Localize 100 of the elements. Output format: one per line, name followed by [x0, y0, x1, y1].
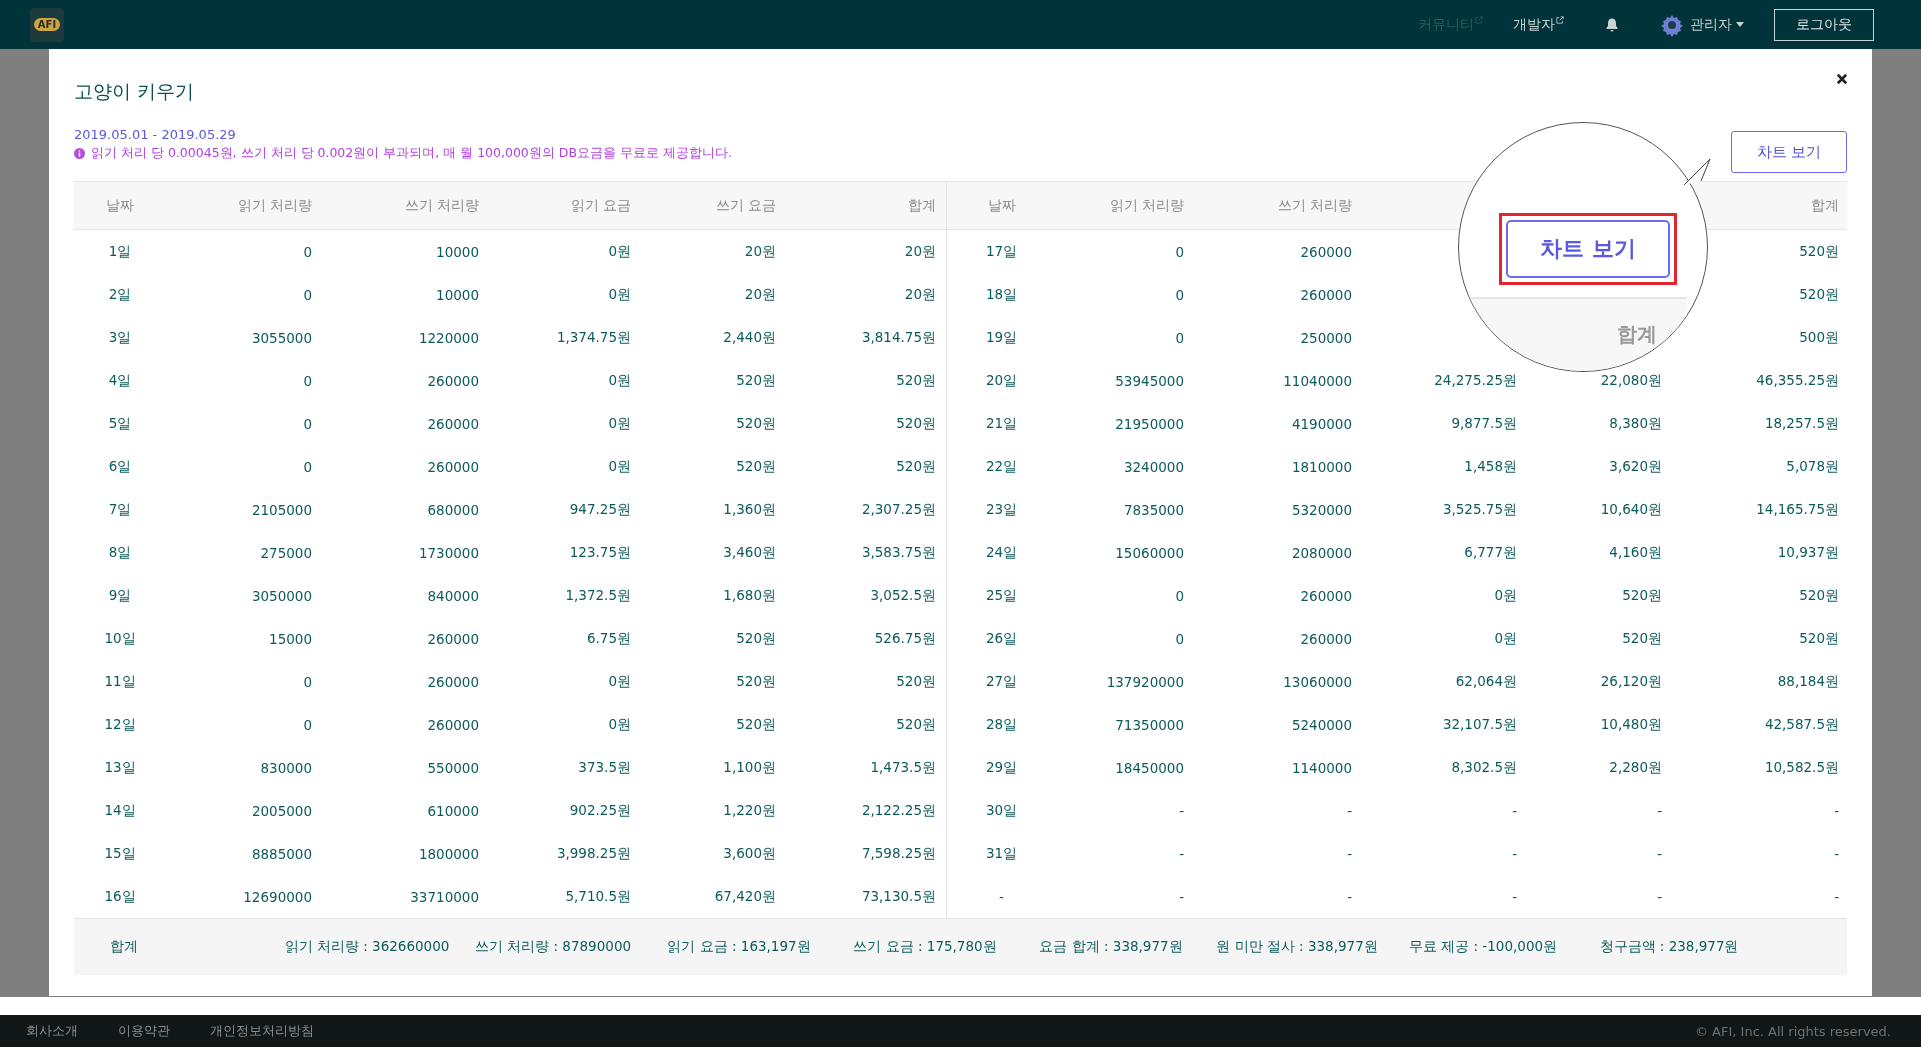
table-cell: 2,307.25원	[861, 500, 936, 519]
table-cell: 33710000	[410, 888, 479, 905]
table-cell: 6.75원	[586, 629, 631, 648]
table-cell: 53945000	[1115, 372, 1184, 389]
table-cell: 520원	[896, 457, 936, 476]
table-cell: 520원	[1799, 586, 1839, 605]
table-cell: 20원	[744, 242, 776, 261]
table-cell: 24일	[985, 543, 1018, 562]
table-cell: 550000	[427, 759, 479, 776]
table-cell: 520원	[736, 457, 776, 476]
footer-link[interactable]: 회사소개	[26, 1022, 78, 1040]
table-cell: 520원	[736, 715, 776, 734]
table-cell: 18450000	[1115, 759, 1184, 776]
table-cell: 25일	[985, 586, 1018, 605]
user-menu[interactable]: 관리자	[1690, 15, 1732, 34]
table-cell: 8,302.5원	[1451, 758, 1517, 777]
table-cell: 3,998.25원	[556, 844, 631, 863]
table-cell: 0	[1175, 243, 1184, 260]
table-cell: 15000	[269, 630, 312, 647]
table-cell: 260000	[427, 630, 479, 647]
table-cell: 520원	[1622, 629, 1662, 648]
table-cell: 11일	[104, 672, 136, 691]
table-cell: -	[1347, 802, 1352, 819]
logo[interactable]: AFI	[30, 7, 64, 42]
table-cell: 5일	[108, 414, 132, 433]
table-cell: 71350000	[1115, 716, 1184, 733]
table-cell: 373.5원	[578, 758, 631, 777]
table-cell: 4,160원	[1609, 543, 1662, 562]
summary-item: 무료 제공 : -100,000원	[1408, 938, 1558, 956]
table-cell: -	[1657, 802, 1662, 819]
table-cell: 0	[303, 372, 312, 389]
table-cell: 1,458원	[1464, 457, 1517, 476]
copyright: © AFI, Inc. All rights reserved.	[1694, 1023, 1891, 1039]
table-cell: 0원	[608, 457, 631, 476]
table-cell: 0원	[608, 242, 631, 261]
table-cell: 260000	[1300, 630, 1352, 647]
table-cell: 260000	[1300, 587, 1352, 604]
table-cell: 27일	[985, 672, 1018, 691]
table-cell: 30일	[985, 801, 1018, 820]
table-cell: 10,640원	[1600, 500, 1662, 519]
table-cell: 520원	[1622, 586, 1662, 605]
table-cell: 520원	[736, 371, 776, 390]
table-cell: 42,587.5원	[1764, 715, 1839, 734]
table-cell: 62,064원	[1455, 672, 1517, 691]
table-cell: 10,480원	[1600, 715, 1662, 734]
table-cell: 10000	[436, 286, 479, 303]
table-cell: 5320000	[1291, 501, 1352, 518]
table-cell: 840000	[427, 587, 479, 604]
table-cell: -	[1347, 888, 1352, 905]
table-cell: 3,620원	[1609, 457, 1662, 476]
table-cell: 13일	[104, 758, 136, 777]
table-cell: 3,525.75원	[1442, 500, 1517, 519]
table-cell: -	[1657, 845, 1662, 862]
pricing-notice: 읽기 처리 당 0.00045원, 쓰기 처리 당 0.002원이 부과되며, 매 월 100,000원의 DB요금을 무료로 제공합니다.	[91, 145, 732, 162]
table-cell: -	[1179, 802, 1184, 819]
column-header: 읽기 요금	[570, 196, 631, 215]
table-cell: 11040000	[1283, 372, 1352, 389]
table-cell: 5,078원	[1786, 457, 1839, 476]
table-cell: 520원	[736, 629, 776, 648]
chart-view-button[interactable]: 차트 보기	[1731, 131, 1847, 173]
table-cell: 3240000	[1123, 458, 1184, 475]
table-cell: 29일	[985, 758, 1018, 777]
close-icon[interactable]	[1836, 73, 1848, 85]
table-cell: 23일	[985, 500, 1018, 519]
table-cell: 21950000	[1115, 415, 1184, 432]
table-cell: 902.25원	[569, 801, 631, 820]
table-cell: 520원	[896, 715, 936, 734]
table-cell: 275000	[260, 544, 312, 561]
column-header: 쓰기 처리량	[1277, 196, 1352, 215]
table-cell: 520원	[896, 672, 936, 691]
table-cell: 3,583.75원	[861, 543, 936, 562]
table-cell: 6일	[108, 457, 132, 476]
footer-link[interactable]: 개인정보처리방침	[210, 1022, 314, 1040]
table-cell: 260000	[427, 716, 479, 733]
table-cell: 260000	[427, 673, 479, 690]
footer-link[interactable]: 이용약관	[118, 1022, 170, 1040]
table-cell: -	[1834, 845, 1839, 862]
zoomed-chart-button[interactable]: 차트 보기	[1506, 220, 1670, 278]
summary-item: 읽기 요금 : 163,197원	[667, 938, 811, 956]
table-cell: 260000	[427, 458, 479, 475]
info-icon	[74, 148, 85, 159]
bell-icon[interactable]	[1604, 16, 1620, 33]
table-cell: 17일	[985, 242, 1018, 261]
table-cell: 9,877.5원	[1451, 414, 1517, 433]
table-cell: 0	[303, 673, 312, 690]
table-cell: 520원	[1799, 285, 1839, 304]
table-cell: 123.75원	[569, 543, 631, 562]
summary-item: 원 미만 절사 : 338,977원	[1216, 938, 1378, 956]
logout-button[interactable]: 로그아웃	[1774, 8, 1874, 41]
table-cell: 21일	[985, 414, 1018, 433]
table-cell: 12690000	[243, 888, 312, 905]
nav-link[interactable]: 개발자	[1513, 15, 1564, 34]
column-header: 날짜	[106, 196, 134, 215]
table-cell: 520원	[736, 414, 776, 433]
table-cell: 10일	[104, 629, 136, 648]
table-cell: 3055000	[251, 329, 312, 346]
table-cell: 7일	[108, 500, 132, 519]
table-cell: 3,460원	[723, 543, 776, 562]
table-cell: 3,600원	[723, 844, 776, 863]
table-cell: 2005000	[251, 802, 312, 819]
